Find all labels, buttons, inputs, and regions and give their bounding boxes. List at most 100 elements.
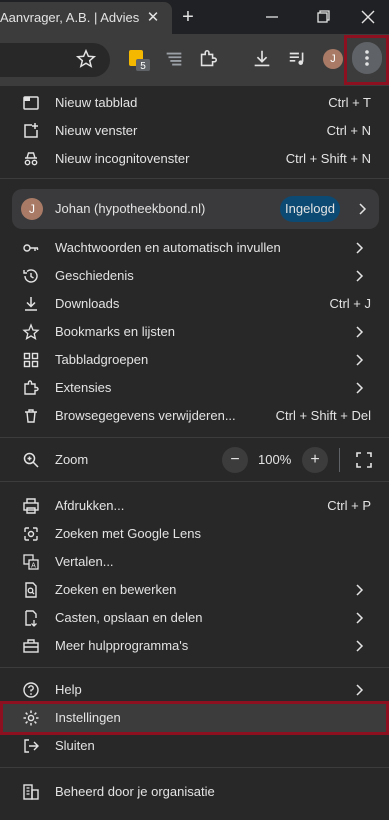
menu-item-managed[interactable]: Beheerd door je organisatie	[0, 778, 389, 806]
window-close-icon[interactable]	[356, 6, 380, 28]
menu-shortcut: Ctrl + Shift + N	[285, 151, 371, 166]
zoom-out-button[interactable]: −	[222, 447, 248, 473]
star-icon[interactable]	[75, 48, 99, 72]
tab-title: Aanvrager, A.B. | Advies	[0, 10, 140, 25]
menu-item-downloads[interactable]: Downloads Ctrl + J	[0, 290, 389, 318]
download-icon[interactable]	[251, 48, 275, 72]
menu-item-settings[interactable]: Instellingen	[0, 704, 389, 732]
menu-item-google-lens[interactable]: Zoeken met Google Lens	[0, 520, 389, 548]
menu-item-find-edit[interactable]: Zoeken en bewerken	[0, 576, 389, 604]
menu-shortcut: Ctrl + N	[326, 123, 371, 138]
star-icon	[22, 323, 40, 341]
menu-item-cast-save-share[interactable]: Casten, opslaan en delen	[0, 604, 389, 632]
kebab-icon	[365, 50, 369, 66]
history-icon	[22, 267, 40, 285]
menu-label: Afdrukken...	[55, 498, 125, 513]
find-document-icon	[22, 581, 40, 599]
menu-item-passwords[interactable]: Wachtwoorden en automatisch invullen	[0, 234, 389, 262]
extension-badge: 5	[140, 61, 146, 72]
menu-item-history[interactable]: Geschiedenis	[0, 262, 389, 290]
menu-label: Help	[55, 682, 82, 697]
menu-item-print[interactable]: Afdrukken... Ctrl + P	[0, 492, 389, 520]
menu-item-clear-data[interactable]: Browsegegevens verwijderen... Ctrl + Shi…	[0, 402, 389, 430]
save-share-icon	[22, 609, 40, 627]
tab-close-icon[interactable]: ✕	[144, 9, 162, 27]
profile-name: Johan (hypotheekbond.nl)	[55, 201, 206, 216]
title-bar: Aanvrager, A.B. | Advies ✕ +	[0, 0, 389, 34]
menu-item-extensions[interactable]: Extensies	[0, 374, 389, 402]
minimize-icon[interactable]	[260, 6, 284, 28]
menu-label: Instellingen	[55, 710, 121, 725]
trash-icon	[22, 407, 40, 425]
avatar: J	[21, 198, 43, 220]
menu-label: Beheerd door je organisatie	[55, 784, 215, 799]
download-icon	[22, 295, 40, 313]
chevron-right-icon	[355, 610, 367, 626]
divider	[0, 178, 389, 179]
menu-item-help[interactable]: Help	[0, 676, 389, 704]
gear-icon	[22, 709, 40, 727]
menu-item-exit[interactable]: Sluiten	[0, 732, 389, 760]
menu-label: Tabbladgroepen	[55, 352, 149, 367]
media-icon[interactable]	[287, 48, 311, 72]
menu-label: Meer hulpprogramma's	[55, 638, 189, 653]
toolbar: 5 J	[0, 34, 389, 86]
menu-item-zoom: Zoom	[0, 446, 389, 474]
menu-item-more-tools[interactable]: Meer hulpprogramma's	[0, 632, 389, 660]
key-icon	[22, 239, 40, 257]
toolbox-icon	[22, 637, 40, 655]
divider	[0, 481, 389, 482]
reading-list-icon[interactable]	[163, 49, 187, 73]
menu-item-bookmarks[interactable]: Bookmarks en lijsten	[0, 318, 389, 346]
grid-icon	[22, 351, 40, 369]
extension-5-icon[interactable]: 5	[128, 48, 152, 72]
menu-shortcut: Ctrl + P	[327, 498, 371, 513]
menu-label: Wachtwoorden en automatisch invullen	[55, 240, 281, 255]
puzzle-icon	[22, 379, 40, 397]
chevron-right-icon	[358, 201, 368, 222]
chevron-right-icon	[355, 268, 367, 284]
chevron-right-icon	[355, 380, 367, 396]
help-icon	[22, 681, 40, 699]
new-tab-icon	[22, 94, 40, 112]
browser-tab[interactable]: Aanvrager, A.B. | Advies ✕	[0, 2, 172, 34]
chevron-right-icon	[355, 682, 367, 698]
menu-label: Vertalen...	[55, 554, 114, 569]
menu-item-new-tab[interactable]: Nieuw tabblad Ctrl + T	[0, 89, 389, 117]
profile-avatar[interactable]: J	[323, 49, 343, 69]
chevron-right-icon	[355, 352, 367, 368]
menu-item-tab-groups[interactable]: Tabbladgroepen	[0, 346, 389, 374]
status-badge: Ingelogd	[280, 196, 340, 222]
menu-shortcut: Ctrl + Shift + Del	[275, 408, 371, 423]
menu-shortcut: Ctrl + T	[328, 95, 371, 110]
exit-icon	[22, 737, 40, 755]
menu-label: Nieuw tabblad	[55, 95, 138, 110]
menu-button[interactable]	[352, 42, 382, 74]
menu-label: Zoeken met Google Lens	[55, 526, 201, 541]
menu-item-translate[interactable]: A Vertalen...	[0, 548, 389, 576]
chrome-menu: Nieuw tabblad Ctrl + T Nieuw venster Ctr…	[0, 86, 389, 820]
zoom-separator	[339, 448, 340, 472]
menu-label: Geschiedenis	[55, 268, 134, 283]
menu-item-incognito[interactable]: Nieuw incognitovenster Ctrl + Shift + N	[0, 145, 389, 173]
menu-label: Zoom	[55, 452, 89, 467]
zoom-in-button[interactable]: +	[302, 447, 328, 473]
new-window-icon	[22, 122, 40, 140]
lens-icon	[22, 525, 40, 543]
new-tab-icon[interactable]: +	[178, 7, 198, 27]
divider	[0, 437, 389, 438]
restore-icon[interactable]	[311, 6, 335, 28]
incognito-icon	[22, 150, 40, 168]
chevron-right-icon	[355, 324, 367, 340]
menu-label: Extensies	[55, 380, 112, 395]
menu-label: Browsegegevens verwijderen...	[55, 408, 236, 423]
svg-text:A: A	[31, 563, 36, 570]
menu-shortcut: Ctrl + J	[329, 296, 371, 311]
chevron-right-icon	[355, 638, 367, 654]
printer-icon	[22, 497, 40, 515]
puzzle-icon[interactable]	[197, 48, 221, 72]
menu-item-new-window[interactable]: Nieuw venster Ctrl + N	[0, 117, 389, 145]
fullscreen-icon[interactable]	[353, 449, 375, 471]
profile-row[interactable]: J Johan (hypotheekbond.nl) Ingelogd	[12, 189, 379, 229]
zoom-icon	[22, 451, 40, 469]
